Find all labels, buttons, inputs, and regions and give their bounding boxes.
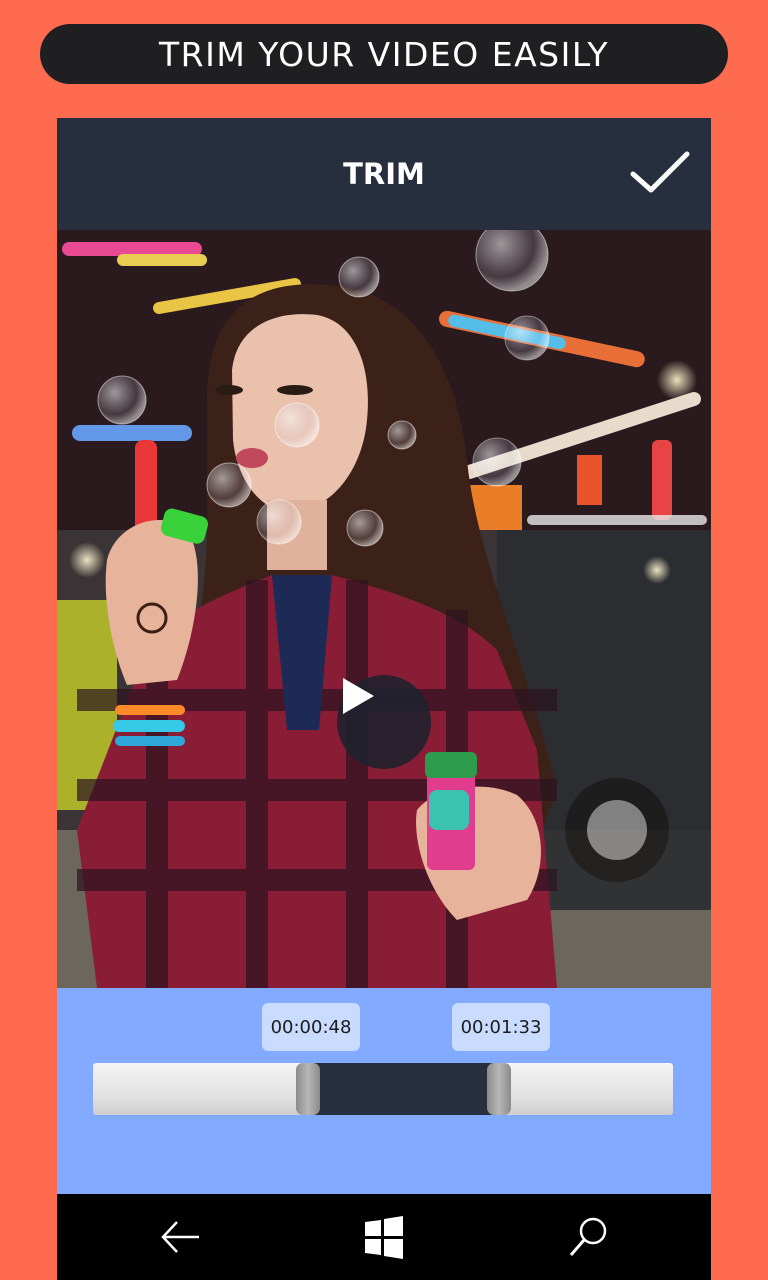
- trim-panel: 00:00:48 00:01:33: [57, 988, 711, 1194]
- phone-screen: TRIM 00:00:48 00:01:33: [57, 118, 711, 1280]
- trim-selected-range: [307, 1063, 499, 1115]
- back-button[interactable]: [155, 1212, 205, 1262]
- confirm-button[interactable]: [629, 148, 693, 200]
- home-button[interactable]: [359, 1212, 409, 1262]
- trim-start-handle[interactable]: [295, 1063, 320, 1115]
- system-nav-bar: [57, 1194, 711, 1280]
- search-button[interactable]: [563, 1212, 613, 1262]
- page-title: TRIM: [343, 157, 425, 191]
- video-frame-image: [57, 230, 711, 988]
- search-icon: [569, 1217, 607, 1256]
- checkmark-icon: [630, 151, 690, 193]
- windows-logo-icon: [365, 1216, 403, 1259]
- play-icon: [343, 678, 374, 714]
- app-bar: TRIM: [57, 118, 711, 230]
- start-time-label: 00:00:48: [262, 1003, 360, 1051]
- promo-banner-text: TRIM YOUR VIDEO EASILY: [159, 34, 609, 74]
- video-preview[interactable]: [57, 230, 711, 988]
- back-arrow-icon: [161, 1221, 199, 1253]
- play-button[interactable]: [337, 675, 431, 769]
- promo-banner: TRIM YOUR VIDEO EASILY: [40, 24, 728, 84]
- trim-end-handle[interactable]: [487, 1063, 511, 1115]
- trim-track[interactable]: [93, 1063, 673, 1115]
- end-time-label: 00:01:33: [452, 1003, 550, 1051]
